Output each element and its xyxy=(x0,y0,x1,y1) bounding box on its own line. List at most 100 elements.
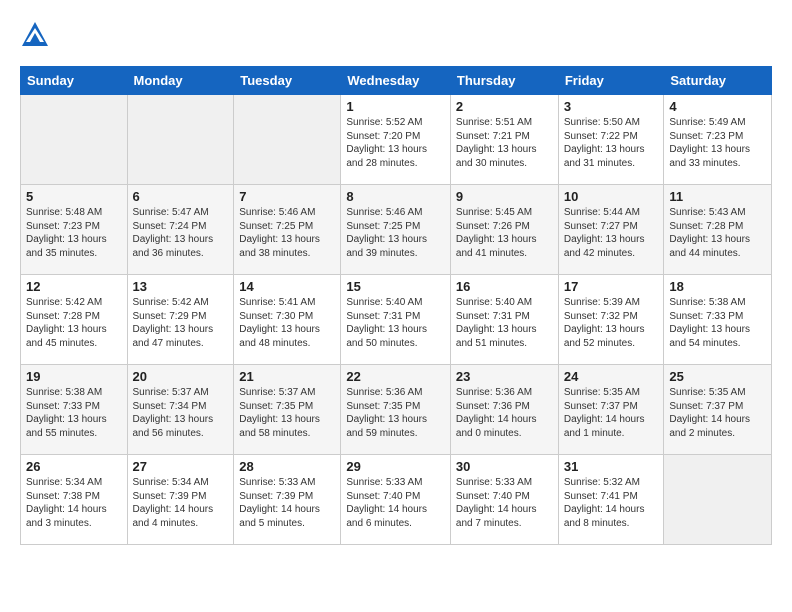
cell-info: Sunrise: 5:34 AMSunset: 7:39 PMDaylight:… xyxy=(133,476,229,530)
day-number: 3 xyxy=(564,99,659,114)
cell-info: Sunrise: 5:37 AMSunset: 7:35 PMDaylight:… xyxy=(239,386,335,440)
calendar-cell: 5Sunrise: 5:48 AMSunset: 7:23 PMDaylight… xyxy=(21,185,128,275)
calendar-table: SundayMondayTuesdayWednesdayThursdayFrid… xyxy=(20,66,772,545)
day-number: 23 xyxy=(456,369,553,384)
calendar-week-row: 1 Sunrise: 5:52 AMSunset: 7:20 PMDaylight… xyxy=(21,95,772,185)
day-number: 25 xyxy=(669,369,766,384)
cell-info: Sunrise: 5:35 AMSunset: 7:37 PMDaylight:… xyxy=(564,386,659,440)
day-number: 21 xyxy=(239,369,335,384)
calendar-cell xyxy=(21,95,128,185)
day-number: 15 xyxy=(346,279,445,294)
cell-info: Sunrise: 5:52 AMSunset: 7:20 PMDaylight:… xyxy=(346,116,445,170)
cell-info: Sunrise: 5:38 AMSunset: 7:33 PMDaylight:… xyxy=(26,386,122,440)
cell-info: Sunrise: 5:33 AMSunset: 7:40 PMDaylight:… xyxy=(456,476,553,530)
day-number: 22 xyxy=(346,369,445,384)
cell-info: Sunrise: 5:41 AMSunset: 7:30 PMDaylight:… xyxy=(239,296,335,350)
cell-info: Sunrise: 5:46 AMSunset: 7:25 PMDaylight:… xyxy=(239,206,335,260)
day-number: 29 xyxy=(346,459,445,474)
cell-info: Sunrise: 5:49 AMSunset: 7:23 PMDaylight:… xyxy=(669,116,766,170)
calendar-cell: 21 Sunrise: 5:37 AMSunset: 7:35 PMDayligh… xyxy=(234,365,341,455)
cell-info: Sunrise: 5:38 AMSunset: 7:33 PMDaylight:… xyxy=(669,296,766,350)
cell-info: Sunrise: 5:45 AMSunset: 7:26 PMDaylight:… xyxy=(456,206,553,260)
day-number: 13 xyxy=(133,279,229,294)
calendar-cell: 6 Sunrise: 5:47 AMSunset: 7:24 PMDaylight… xyxy=(127,185,234,275)
logo xyxy=(20,20,54,50)
calendar-cell: 31 Sunrise: 5:32 AMSunset: 7:41 PMDayligh… xyxy=(558,455,664,545)
day-number: 24 xyxy=(564,369,659,384)
weekday-header: Wednesday xyxy=(341,67,451,95)
calendar-cell: 1 Sunrise: 5:52 AMSunset: 7:20 PMDaylight… xyxy=(341,95,451,185)
cell-info: Sunrise: 5:42 AMSunset: 7:29 PMDaylight:… xyxy=(133,296,229,350)
calendar-cell: 24 Sunrise: 5:35 AMSunset: 7:37 PMDayligh… xyxy=(558,365,664,455)
cell-info: Sunrise: 5:44 AMSunset: 7:27 PMDaylight:… xyxy=(564,206,659,260)
calendar-week-row: 5Sunrise: 5:48 AMSunset: 7:23 PMDaylight… xyxy=(21,185,772,275)
calendar-cell: 8Sunrise: 5:46 AMSunset: 7:25 PMDaylight… xyxy=(341,185,451,275)
calendar-week-row: 26Sunrise: 5:34 AMSunset: 7:38 PMDayligh… xyxy=(21,455,772,545)
day-number: 4 xyxy=(669,99,766,114)
cell-info: Sunrise: 5:51 AMSunset: 7:21 PMDaylight:… xyxy=(456,116,553,170)
day-number: 17 xyxy=(564,279,659,294)
calendar-cell: 28Sunrise: 5:33 AMSunset: 7:39 PMDayligh… xyxy=(234,455,341,545)
day-number: 27 xyxy=(133,459,229,474)
calendar-cell: 3Sunrise: 5:50 AMSunset: 7:22 PMDaylight… xyxy=(558,95,664,185)
calendar-cell: 12Sunrise: 5:42 AMSunset: 7:28 PMDayligh… xyxy=(21,275,128,365)
day-number: 7 xyxy=(239,189,335,204)
weekday-header: Friday xyxy=(558,67,664,95)
weekday-header: Tuesday xyxy=(234,67,341,95)
weekday-header: Monday xyxy=(127,67,234,95)
cell-info: Sunrise: 5:40 AMSunset: 7:31 PMDaylight:… xyxy=(346,296,445,350)
cell-info: Sunrise: 5:43 AMSunset: 7:28 PMDaylight:… xyxy=(669,206,766,260)
calendar-cell xyxy=(664,455,772,545)
calendar-cell: 29 Sunrise: 5:33 AMSunset: 7:40 PMDayligh… xyxy=(341,455,451,545)
logo-icon xyxy=(20,20,50,50)
day-number: 20 xyxy=(133,369,229,384)
weekday-header: Sunday xyxy=(21,67,128,95)
calendar-cell: 25 Sunrise: 5:35 AMSunset: 7:37 PMDayligh… xyxy=(664,365,772,455)
weekday-row: SundayMondayTuesdayWednesdayThursdayFrid… xyxy=(21,67,772,95)
calendar-cell: 15 Sunrise: 5:40 AMSunset: 7:31 PMDayligh… xyxy=(341,275,451,365)
cell-info: Sunrise: 5:36 AMSunset: 7:36 PMDaylight:… xyxy=(456,386,553,440)
day-number: 11 xyxy=(669,189,766,204)
calendar-cell: 27 Sunrise: 5:34 AMSunset: 7:39 PMDayligh… xyxy=(127,455,234,545)
day-number: 8 xyxy=(346,189,445,204)
calendar-cell: 19 Sunrise: 5:38 AMSunset: 7:33 PMDayligh… xyxy=(21,365,128,455)
day-number: 31 xyxy=(564,459,659,474)
calendar-cell: 20 Sunrise: 5:37 AMSunset: 7:34 PMDayligh… xyxy=(127,365,234,455)
calendar-cell: 16 Sunrise: 5:40 AMSunset: 7:31 PMDayligh… xyxy=(450,275,558,365)
calendar-cell: 4 Sunrise: 5:49 AMSunset: 7:23 PMDaylight… xyxy=(664,95,772,185)
cell-info: Sunrise: 5:40 AMSunset: 7:31 PMDaylight:… xyxy=(456,296,553,350)
weekday-header: Saturday xyxy=(664,67,772,95)
calendar-cell xyxy=(127,95,234,185)
weekday-header: Thursday xyxy=(450,67,558,95)
calendar-cell: 7 Sunrise: 5:46 AMSunset: 7:25 PMDaylight… xyxy=(234,185,341,275)
day-number: 19 xyxy=(26,369,122,384)
day-number: 18 xyxy=(669,279,766,294)
cell-info: Sunrise: 5:47 AMSunset: 7:24 PMDaylight:… xyxy=(133,206,229,260)
day-number: 26 xyxy=(26,459,122,474)
day-number: 1 xyxy=(346,99,445,114)
cell-info: Sunrise: 5:37 AMSunset: 7:34 PMDaylight:… xyxy=(133,386,229,440)
calendar-cell: 9Sunrise: 5:45 AMSunset: 7:26 PMDaylight… xyxy=(450,185,558,275)
calendar-cell: 30 Sunrise: 5:33 AMSunset: 7:40 PMDayligh… xyxy=(450,455,558,545)
cell-info: Sunrise: 5:33 AMSunset: 7:39 PMDaylight:… xyxy=(239,476,335,530)
calendar-cell: 26Sunrise: 5:34 AMSunset: 7:38 PMDayligh… xyxy=(21,455,128,545)
day-number: 6 xyxy=(133,189,229,204)
calendar-header: SundayMondayTuesdayWednesdayThursdayFrid… xyxy=(21,67,772,95)
calendar-cell: 14 Sunrise: 5:41 AMSunset: 7:30 PMDayligh… xyxy=(234,275,341,365)
cell-info: Sunrise: 5:33 AMSunset: 7:40 PMDaylight:… xyxy=(346,476,445,530)
calendar-cell: 13 Sunrise: 5:42 AMSunset: 7:29 PMDayligh… xyxy=(127,275,234,365)
day-number: 5 xyxy=(26,189,122,204)
calendar-week-row: 12Sunrise: 5:42 AMSunset: 7:28 PMDayligh… xyxy=(21,275,772,365)
calendar-cell: 23 Sunrise: 5:36 AMSunset: 7:36 PMDayligh… xyxy=(450,365,558,455)
cell-info: Sunrise: 5:36 AMSunset: 7:35 PMDaylight:… xyxy=(346,386,445,440)
calendar-cell: 17Sunrise: 5:39 AMSunset: 7:32 PMDayligh… xyxy=(558,275,664,365)
cell-info: Sunrise: 5:32 AMSunset: 7:41 PMDaylight:… xyxy=(564,476,659,530)
calendar-cell: 11 Sunrise: 5:43 AMSunset: 7:28 PMDayligh… xyxy=(664,185,772,275)
calendar-cell: 2Sunrise: 5:51 AMSunset: 7:21 PMDaylight… xyxy=(450,95,558,185)
cell-info: Sunrise: 5:35 AMSunset: 7:37 PMDaylight:… xyxy=(669,386,766,440)
day-number: 14 xyxy=(239,279,335,294)
day-number: 30 xyxy=(456,459,553,474)
calendar-body: 1 Sunrise: 5:52 AMSunset: 7:20 PMDaylight… xyxy=(21,95,772,545)
day-number: 16 xyxy=(456,279,553,294)
day-number: 12 xyxy=(26,279,122,294)
